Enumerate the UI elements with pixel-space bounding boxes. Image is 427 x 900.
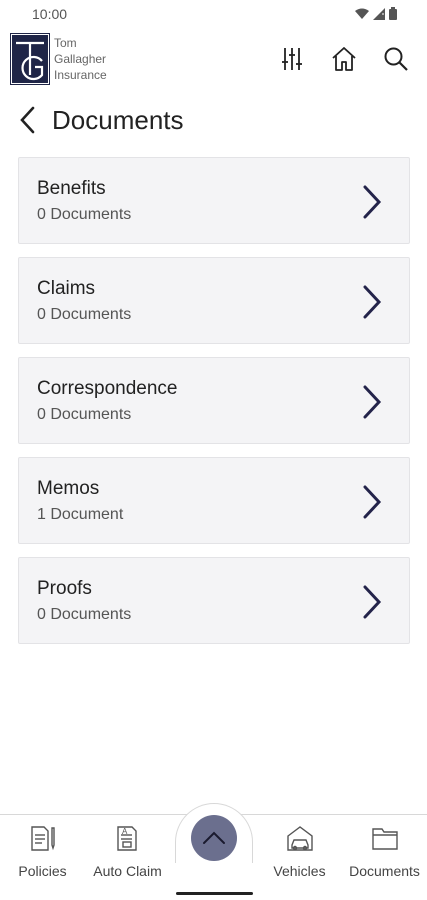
status-bar: 10:00 (0, 0, 427, 28)
filter-button[interactable] (277, 44, 307, 74)
nav-item-policies[interactable]: Policies (0, 821, 85, 891)
status-time: 10:00 (32, 6, 68, 22)
folder-icon (371, 828, 398, 850)
bottom-nav: Policies A Auto Claim Vehicles Documents (0, 803, 427, 900)
policy-document-icon (30, 826, 55, 851)
page-header: Documents (18, 100, 184, 140)
home-indicator (176, 892, 253, 895)
category-count: 0 Documents (37, 406, 132, 423)
category-count: 0 Documents (37, 306, 132, 323)
chevron-up-icon (203, 831, 225, 844)
chevron-right-icon (363, 185, 382, 219)
car-house-icon (286, 826, 313, 851)
logo-monogram (10, 33, 50, 85)
claim-form-icon: A (116, 826, 137, 851)
chevron-right-icon (363, 385, 382, 419)
nav-label: Vehicles (273, 863, 326, 879)
logo-line: Gallagher (54, 52, 107, 66)
chevron-right-icon (363, 585, 382, 619)
svg-text:A: A (122, 827, 128, 836)
company-logo[interactable]: Tom Gallagher Insurance (10, 33, 107, 85)
sliders-icon (282, 48, 302, 70)
category-count: 0 Documents (37, 606, 132, 623)
expand-menu-button[interactable] (191, 815, 237, 861)
logo-line: Tom (54, 36, 77, 50)
document-category-card[interactable]: Benefits 0 Documents (18, 157, 410, 244)
home-icon (332, 47, 356, 71)
document-category-card[interactable]: Proofs 0 Documents (18, 557, 410, 644)
nav-item-auto-claim[interactable]: A Auto Claim (85, 821, 170, 891)
chevron-left-icon (20, 106, 35, 134)
category-name: Benefits (37, 178, 106, 199)
nav-item-documents[interactable]: Documents (342, 821, 427, 891)
document-category-list: Benefits 0 Documents Claims 0 Documents … (18, 157, 410, 657)
header-actions (277, 44, 411, 74)
nav-item-vehicles[interactable]: Vehicles (257, 821, 342, 891)
search-button[interactable] (381, 44, 411, 74)
back-button[interactable] (18, 105, 46, 135)
logo-text: Tom Gallagher Insurance (54, 33, 107, 83)
app-header: Tom Gallagher Insurance (0, 30, 427, 90)
category-count: 1 Document (37, 506, 124, 523)
category-name: Proofs (37, 578, 92, 599)
document-category-card[interactable]: Memos 1 Document (18, 457, 410, 544)
search-icon (384, 47, 408, 71)
nav-label: Policies (18, 863, 67, 879)
signal-icon (373, 7, 385, 20)
category-name: Memos (37, 478, 100, 499)
nav-label: Auto Claim (93, 863, 162, 879)
category-name: Claims (37, 278, 96, 299)
home-button[interactable] (329, 44, 359, 74)
category-count: 0 Documents (37, 206, 132, 223)
document-category-card[interactable]: Claims 0 Documents (18, 257, 410, 344)
category-name: Correspondence (37, 378, 178, 399)
logo-line: Insurance (54, 68, 107, 82)
chevron-right-icon (363, 485, 382, 519)
nav-label: Documents (349, 863, 420, 879)
document-category-card[interactable]: Correspondence 0 Documents (18, 357, 410, 444)
wifi-icon (355, 8, 369, 19)
page-title: Documents (52, 104, 184, 135)
chevron-right-icon (363, 285, 382, 319)
status-icons (355, 7, 397, 20)
battery-icon (389, 7, 397, 20)
